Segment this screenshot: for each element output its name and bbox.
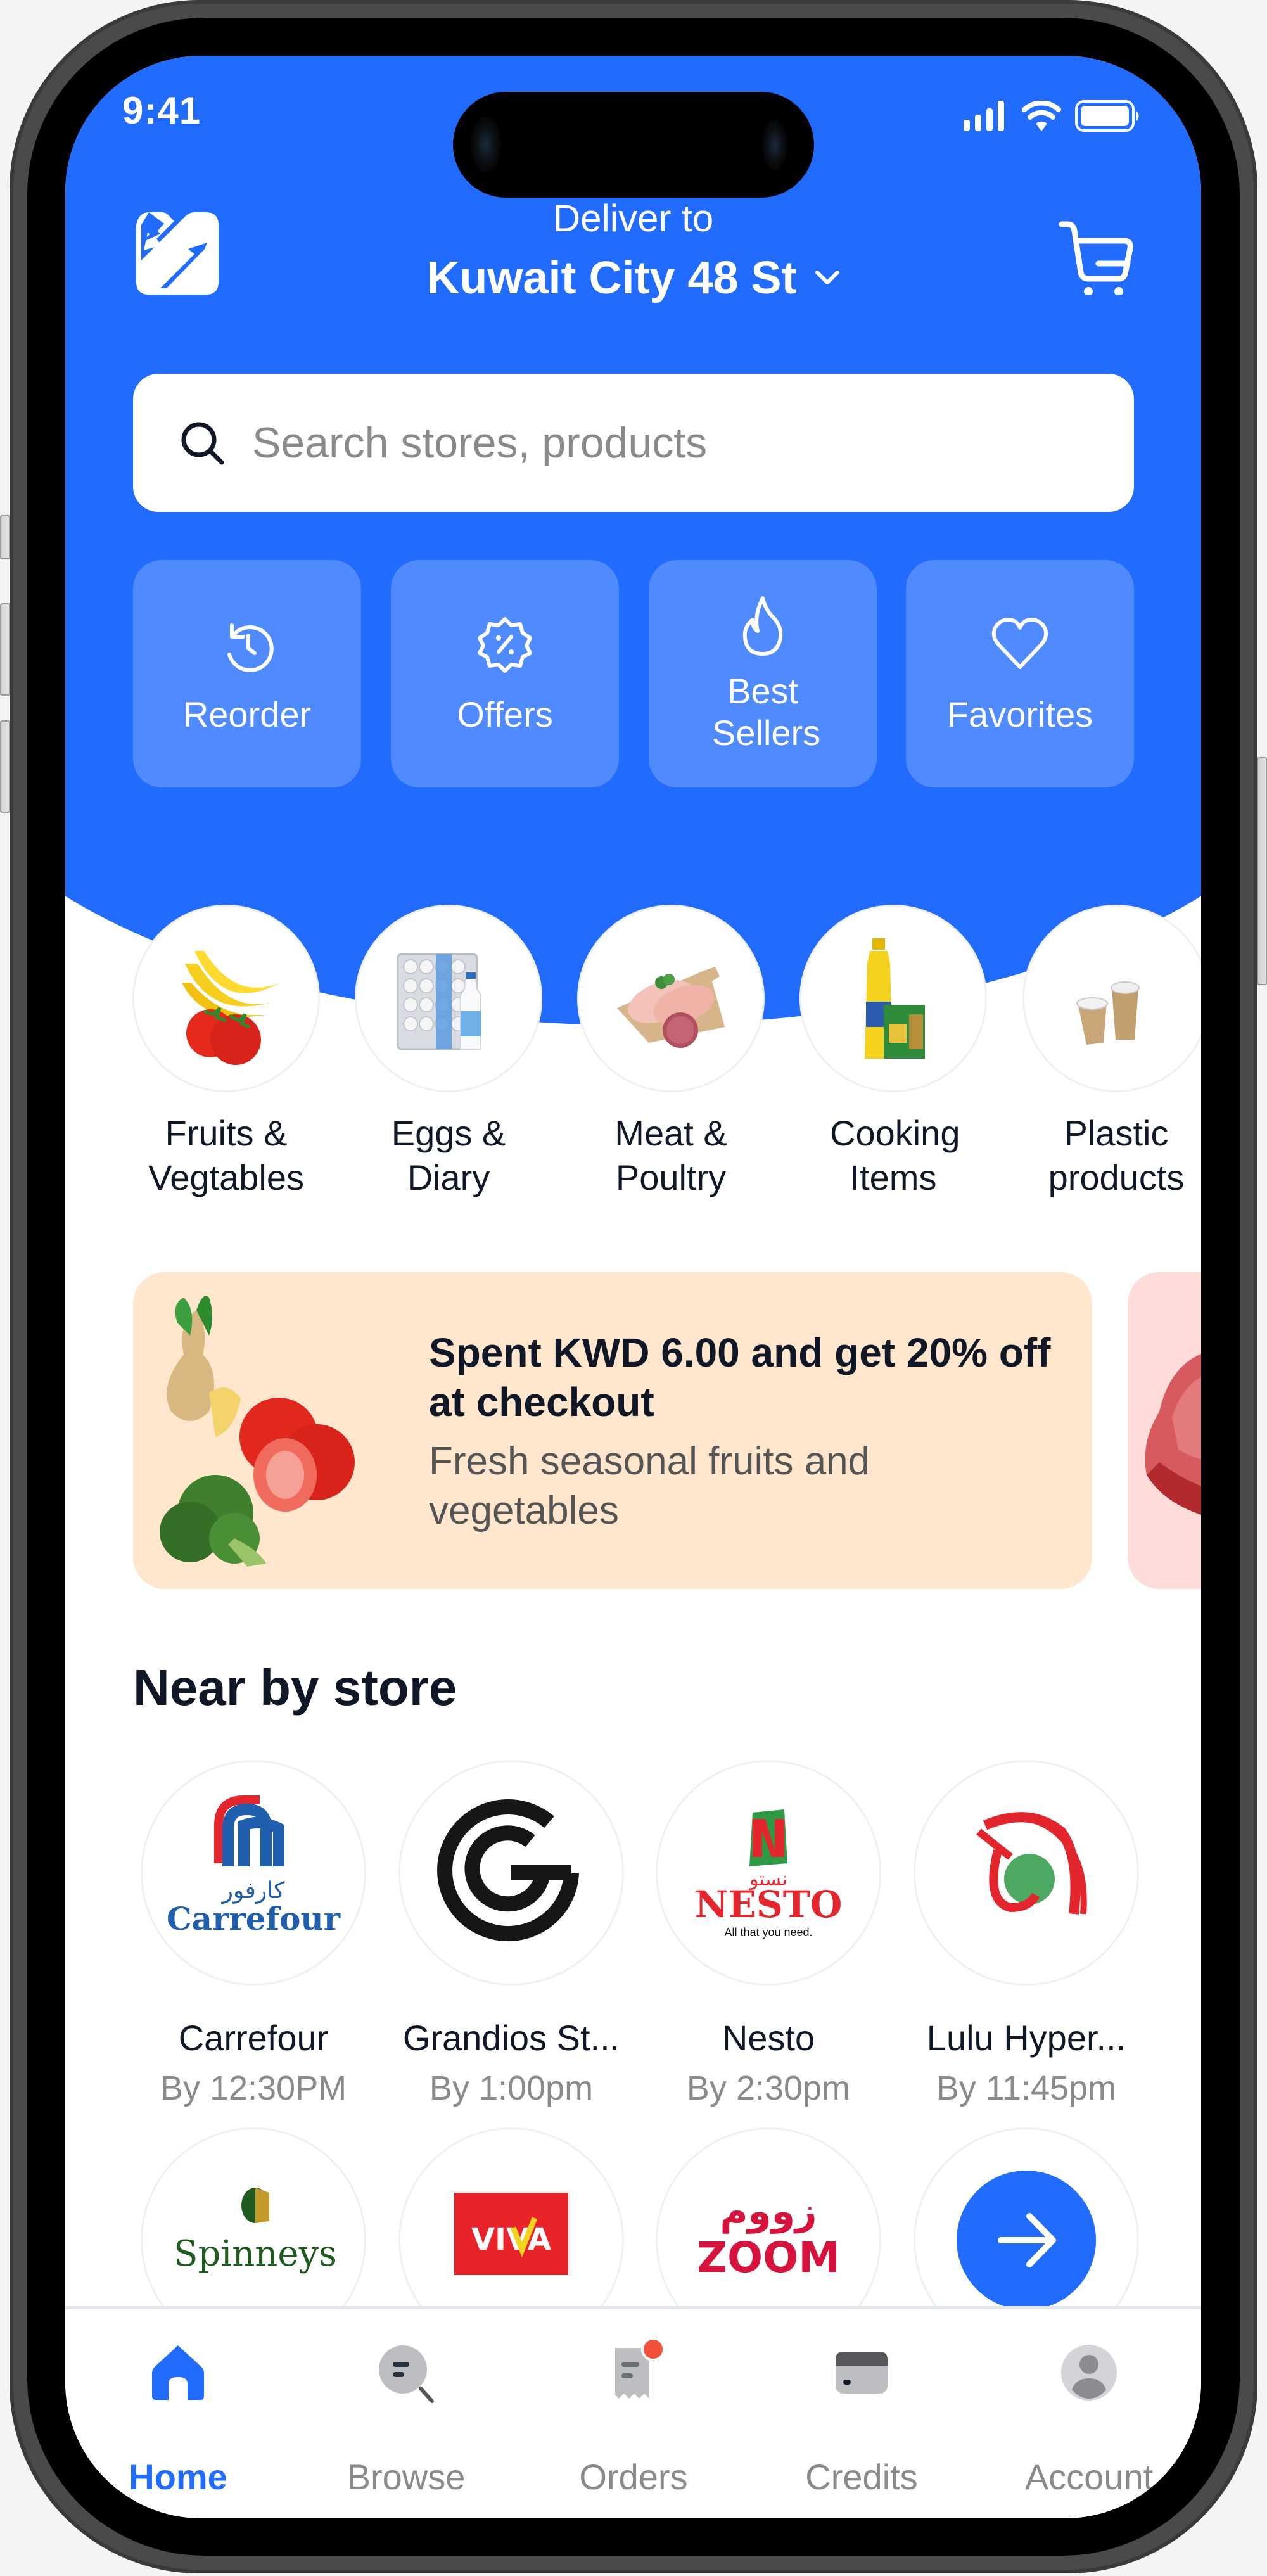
svg-text:All that you need.: All that you need. [724, 1926, 812, 1939]
wifi-icon [1022, 101, 1061, 131]
store-item[interactable]: كارفور Carrefour Carrefour By 12:30PM [133, 1760, 374, 2108]
power-button [1257, 757, 1267, 985]
sensor-icon [762, 120, 787, 170]
nav-orders[interactable]: Orders [538, 2337, 729, 2497]
store-item[interactable]: Grandios St... By 1:00pm [391, 1760, 632, 2108]
category-label: Cooking Items [830, 1113, 960, 1197]
svg-text:Carrefour: Carrefour [167, 1900, 341, 1937]
location-selector[interactable]: Kuwait City 48 St [65, 252, 1201, 304]
category-item[interactable]: Eggs & Diary [353, 905, 544, 1200]
search-input[interactable] [252, 418, 1076, 468]
nav-home[interactable]: Home [83, 2338, 273, 2497]
svg-text:VIVA: VIVA [471, 2222, 551, 2257]
promo-subtitle: Fresh seasonal fruits and vegetables [429, 1439, 870, 1533]
svg-text:Spinneys: Spinneys [174, 2233, 337, 2274]
app-screen: 9:41 Deliver to Kuwait City 48 St Search… [65, 56, 1201, 2518]
store-delivery-time: By 1:00pm [429, 2069, 594, 2107]
volume-down-button [0, 720, 10, 813]
promo-card[interactable] [1128, 1272, 1201, 1589]
status-time: 9:41 [122, 89, 201, 132]
oil-stock-image [799, 905, 987, 1092]
nesto-logo: نستو NESTO All that you need. [656, 1760, 881, 1986]
nav-label: Browse [347, 2457, 466, 2497]
svg-text:NESTO: NESTO [695, 1883, 843, 1926]
meat-image [1145, 1354, 1201, 1515]
account-icon [1061, 2345, 1117, 2401]
nav-credits[interactable]: Credits [767, 2338, 957, 2497]
battery-icon [1075, 100, 1139, 132]
lulu-logo [914, 1760, 1139, 1986]
category-label: Meat & Poultry [614, 1113, 727, 1197]
category-label: Eggs & Diary [391, 1113, 506, 1197]
action-button [0, 515, 10, 559]
eggs-milk-image [355, 905, 542, 1092]
deliver-to-label: Deliver to [552, 197, 714, 239]
quick-action-best-sellers[interactable]: Best Sellers [649, 560, 877, 787]
nav-label: Account [1024, 2457, 1154, 2497]
discount-badge-icon [478, 616, 532, 673]
store-name: Nesto [722, 2018, 815, 2058]
bottom-nav: Home Browse Orders Credits Account [65, 2306, 1201, 2518]
quick-action-offers[interactable]: Offers [391, 560, 619, 787]
camera-lens-icon [471, 116, 501, 173]
browse-search-icon [379, 2345, 434, 2403]
history-icon [227, 623, 274, 672]
nav-browse[interactable]: Browse [311, 2338, 501, 2497]
cellular-signal-icon [964, 101, 1004, 131]
bananas-tomatoes-image [132, 905, 320, 1092]
store-name: Carrefour [178, 2018, 329, 2058]
chicken-meat-image [577, 905, 765, 1092]
heart-icon [991, 617, 1048, 669]
store-delivery-time: By 12:30PM [160, 2069, 347, 2107]
category-label: Plastic products [1048, 1113, 1185, 1197]
quick-action-reorder[interactable]: Reorder [133, 560, 361, 787]
quick-action-label: Best Sellers [712, 670, 821, 753]
section-title-nearby: Near by store [133, 1659, 457, 1716]
store-name: Lulu Hyper... [926, 2018, 1126, 2058]
vegetables-image [160, 1296, 355, 1567]
nav-label: Credits [805, 2457, 918, 2497]
store-name: Grandios St... [402, 2018, 620, 2058]
paper-cups-image [1022, 905, 1201, 1092]
svg-text:ZOOM: ZOOM [697, 2233, 840, 2282]
store-item[interactable]: Lulu Hyper... By 11:45pm [906, 1760, 1147, 2108]
category-list: Fruits & Vegtables Eggs & Diary Meat & P… [65, 905, 1201, 1259]
promo-title: Spent KWD 6.00 and get 20% off at checko… [429, 1330, 1051, 1425]
flame-icon [742, 596, 783, 656]
category-label: Fruits & Vegtables [148, 1113, 304, 1197]
quick-action-label: Favorites [946, 694, 1093, 734]
notification-badge [641, 2337, 665, 2361]
dynamic-island [453, 92, 814, 198]
carrefour-logo: كارفور Carrefour [141, 1760, 366, 1986]
search-icon [181, 422, 224, 465]
category-item[interactable]: Fruits & Vegtables [131, 905, 321, 1200]
quick-action-favorites[interactable]: Favorites [906, 560, 1134, 787]
volume-up-button [0, 603, 10, 696]
home-icon [152, 2345, 204, 2400]
category-item[interactable]: Cooking Items [798, 905, 988, 1200]
quick-action-label: Offers [457, 694, 553, 734]
store-item[interactable]: نستو NESTO All that you need. Nesto By 2… [648, 1760, 889, 2108]
category-item[interactable]: Plastic products [1021, 905, 1201, 1200]
credit-card-icon [836, 2352, 888, 2394]
quick-actions: Reorder Offers Best Sellers Favorites [133, 560, 1134, 787]
category-item[interactable]: Meat & Poultry [576, 905, 766, 1200]
svg-text:زووم: زووم [720, 2190, 817, 2234]
nav-account[interactable]: Account [994, 2338, 1184, 2497]
grandiose-logo [398, 1760, 624, 1986]
promo-card[interactable]: Spent KWD 6.00 and get 20% off at checko… [133, 1272, 1092, 1589]
status-icons [964, 100, 1141, 132]
nav-label: Home [129, 2457, 227, 2497]
quick-action-label: Reorder [182, 694, 312, 734]
store-delivery-time: By 11:45pm [936, 2069, 1117, 2107]
chevron-down-icon [815, 271, 839, 284]
nav-label: Orders [579, 2457, 688, 2497]
receipt-icon [615, 2337, 665, 2399]
store-delivery-time: By 2:30pm [686, 2069, 851, 2107]
arrow-right-icon [957, 2171, 1096, 2310]
cart-icon[interactable] [1055, 215, 1135, 295]
search-bar[interactable] [133, 374, 1134, 512]
location-text: Kuwait City 48 St [426, 253, 797, 303]
